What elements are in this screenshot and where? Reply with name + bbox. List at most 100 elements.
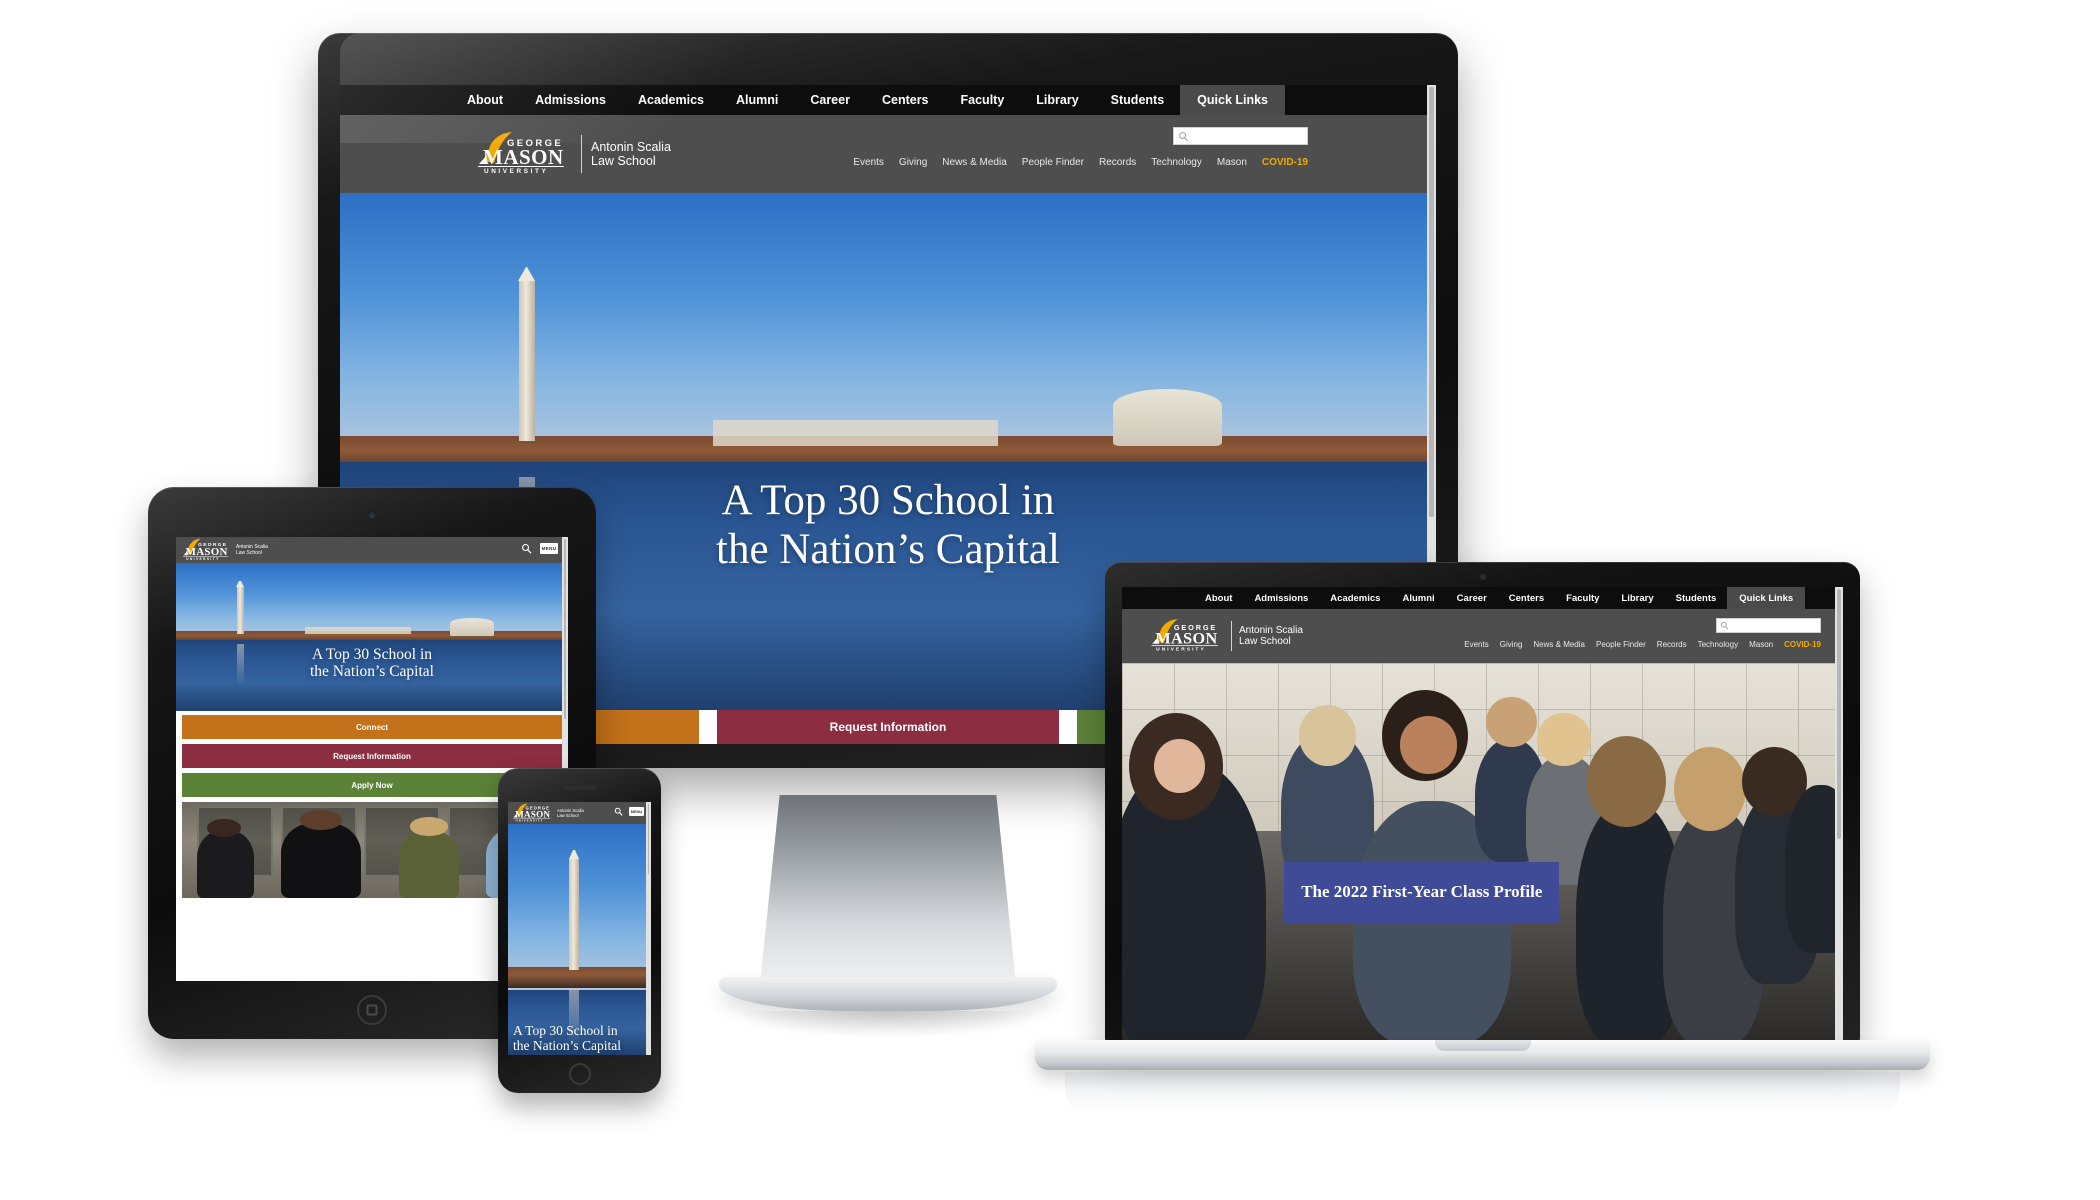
- mobile-header-tablet: GEORGE MASON UNIVERSITY Antonin Scalia L…: [176, 537, 568, 563]
- cta-request-information-button-tablet[interactable]: Request Information: [182, 744, 562, 768]
- util-item-giving-laptop[interactable]: Giving: [1500, 640, 1523, 649]
- search-icon[interactable]: [614, 807, 623, 816]
- washington-monument: [518, 266, 536, 442]
- util-item-news-media-laptop[interactable]: News & Media: [1533, 640, 1585, 649]
- student-face-3: [1399, 716, 1458, 774]
- scrollbar-thumb-phone[interactable]: [648, 804, 649, 874]
- phone-home-button[interactable]: [568, 1063, 591, 1085]
- util-item-records-laptop[interactable]: Records: [1657, 640, 1687, 649]
- law-school-line2: Law School: [591, 154, 656, 168]
- washington-monument-tablet: [236, 580, 244, 635]
- jefferson-memorial: [1112, 389, 1223, 447]
- primary-navigation-laptop: About Admissions Academics Alumni Career…: [1122, 587, 1843, 609]
- gmu-flame-logo: GEORGE MASON UNIVERSITY: [513, 803, 551, 822]
- logo-divider: [1231, 621, 1232, 651]
- mobile-menu-button-phone[interactable]: MENU: [629, 807, 644, 816]
- class-profile-banner[interactable]: The 2022 First-Year Class Profile: [1284, 861, 1560, 923]
- nav-item-faculty[interactable]: Faculty: [945, 85, 1021, 115]
- student-face-1: [1154, 739, 1205, 793]
- util-item-technology-laptop[interactable]: Technology: [1698, 640, 1738, 649]
- gmu-law-logo[interactable]: GEORGE MASON UNIVERSITY Antonin Scalia L…: [476, 115, 671, 193]
- tablet-home-button[interactable]: [357, 995, 387, 1025]
- mobile-header-icons-tablet: MENU: [521, 543, 558, 554]
- util-item-covid-19-laptop[interactable]: COVID-19: [1784, 640, 1821, 649]
- nav-item-centers-laptop[interactable]: Centers: [1498, 587, 1555, 609]
- nav-item-library[interactable]: Library: [1020, 85, 1094, 115]
- gmu-flame-logo: GEORGE MASON UNIVERSITY: [183, 538, 228, 561]
- search-icon[interactable]: [521, 543, 532, 554]
- student-head-2: [1298, 705, 1357, 767]
- hero-headline-line1: A Top 30 School in: [311, 645, 433, 663]
- nav-item-alumni-laptop[interactable]: Alumni: [1391, 587, 1445, 609]
- hero-headline-line1: A Top 30 School in: [513, 1022, 618, 1038]
- laptop-webcam-icon: [1479, 574, 1486, 580]
- nav-item-career[interactable]: Career: [794, 85, 866, 115]
- device-mockup-scene: About Admissions Academics Alumni Career…: [0, 0, 2100, 1200]
- hero-headline-line2: the Nation’s Capital: [513, 1037, 621, 1053]
- util-item-events[interactable]: Events: [853, 157, 884, 168]
- nav-item-quick-links-laptop[interactable]: Quick Links: [1727, 587, 1806, 609]
- nav-item-alumni[interactable]: Alumni: [720, 85, 794, 115]
- scrollbar-thumb-laptop[interactable]: [1837, 589, 1841, 839]
- search-input[interactable]: [1173, 127, 1308, 145]
- nav-item-about-laptop[interactable]: About: [1194, 587, 1243, 609]
- classroom-photo: The 2022 First-Year Class Profile: [1122, 663, 1843, 1045]
- mobile-header-phone: GEORGE MASON UNIVERSITY Antonin Scalia L…: [508, 802, 651, 824]
- svg-text:UNIVERSITY: UNIVERSITY: [516, 818, 544, 822]
- util-item-mason-laptop[interactable]: Mason: [1749, 640, 1773, 649]
- website-phone: GEORGE MASON UNIVERSITY Antonin Scalia L…: [508, 802, 651, 1055]
- cta-request-information-button[interactable]: Request Information: [717, 710, 1059, 744]
- nav-item-admissions-laptop[interactable]: Admissions: [1243, 587, 1319, 609]
- law-school-name-tablet: Antonin Scalia Law School: [236, 544, 268, 556]
- util-item-news-media[interactable]: News & Media: [942, 157, 1006, 168]
- nav-item-career-laptop[interactable]: Career: [1446, 587, 1498, 609]
- page-scrollbar-laptop[interactable]: [1835, 587, 1843, 1045]
- cta-connect-button-tablet[interactable]: Connect: [182, 715, 562, 739]
- law-school-name: Antonin Scalia Law School: [591, 140, 671, 168]
- nav-item-centers[interactable]: Centers: [866, 85, 945, 115]
- walking-student-head-3: [410, 817, 448, 836]
- util-item-technology[interactable]: Technology: [1151, 157, 1202, 168]
- nav-item-about[interactable]: About: [451, 85, 519, 115]
- nav-item-students[interactable]: Students: [1095, 85, 1180, 115]
- mobile-menu-button[interactable]: MENU: [540, 543, 558, 554]
- nav-item-admissions[interactable]: Admissions: [519, 85, 622, 115]
- brand-bar-desktop: GEORGE MASON UNIVERSITY Antonin Scalia L…: [340, 115, 1436, 193]
- search-input-laptop[interactable]: [1716, 618, 1821, 633]
- nav-item-faculty-laptop[interactable]: Faculty: [1555, 587, 1610, 609]
- util-item-people-finder[interactable]: People Finder: [1022, 157, 1084, 168]
- nav-item-quick-links[interactable]: Quick Links: [1180, 85, 1286, 115]
- gmu-law-logo-tablet[interactable]: GEORGE MASON UNIVERSITY Antonin Scalia L…: [182, 538, 268, 562]
- gmu-law-logo-laptop[interactable]: GEORGE MASON UNIVERSITY Antonin Scalia L…: [1150, 609, 1303, 663]
- scrollbar-thumb-tablet[interactable]: [564, 539, 566, 719]
- nav-item-academics[interactable]: Academics: [622, 85, 720, 115]
- law-school-line2: Law School: [557, 813, 579, 818]
- search-area-laptop: [1716, 618, 1821, 633]
- nav-item-library-laptop[interactable]: Library: [1610, 587, 1664, 609]
- util-item-events-laptop[interactable]: Events: [1464, 640, 1488, 649]
- gmu-law-logo-phone[interactable]: GEORGE MASON UNIVERSITY Antonin Scalia L…: [512, 803, 584, 823]
- hero-banner-laptop: The 2022 First-Year Class Profile: [1122, 663, 1843, 1045]
- scrollbar-thumb[interactable]: [1429, 87, 1434, 517]
- util-item-giving[interactable]: Giving: [899, 157, 927, 168]
- util-item-covid-19[interactable]: COVID-19: [1262, 157, 1308, 168]
- law-school-name-laptop: Antonin Scalia Law School: [1239, 625, 1303, 647]
- student-head-6: [1587, 735, 1667, 828]
- nav-item-students-laptop[interactable]: Students: [1665, 587, 1728, 609]
- walking-student-head-2: [299, 809, 342, 830]
- utility-navigation-laptop: Events Giving News & Media People Finder…: [1464, 640, 1821, 649]
- util-item-records[interactable]: Records: [1099, 157, 1136, 168]
- jefferson-memorial-tablet: [450, 617, 494, 636]
- hero-banner-tablet: A Top 30 School in the Nation’s Capital: [176, 563, 568, 711]
- hero-headline-phone: A Top 30 School in the Nation’s Capital: [508, 1023, 651, 1053]
- mobile-header-icons-phone: MENU: [614, 807, 644, 816]
- nav-item-academics-laptop[interactable]: Academics: [1319, 587, 1391, 609]
- page-scrollbar-phone[interactable]: [646, 802, 651, 1055]
- laptop-reflection: [1065, 1072, 1900, 1126]
- util-item-people-finder-laptop[interactable]: People Finder: [1596, 640, 1646, 649]
- util-item-mason[interactable]: Mason: [1217, 157, 1247, 168]
- student-head-5: [1536, 712, 1591, 767]
- logo-divider: [581, 135, 582, 173]
- search-area-desktop: [1173, 127, 1308, 145]
- student-head-4: [1486, 697, 1537, 748]
